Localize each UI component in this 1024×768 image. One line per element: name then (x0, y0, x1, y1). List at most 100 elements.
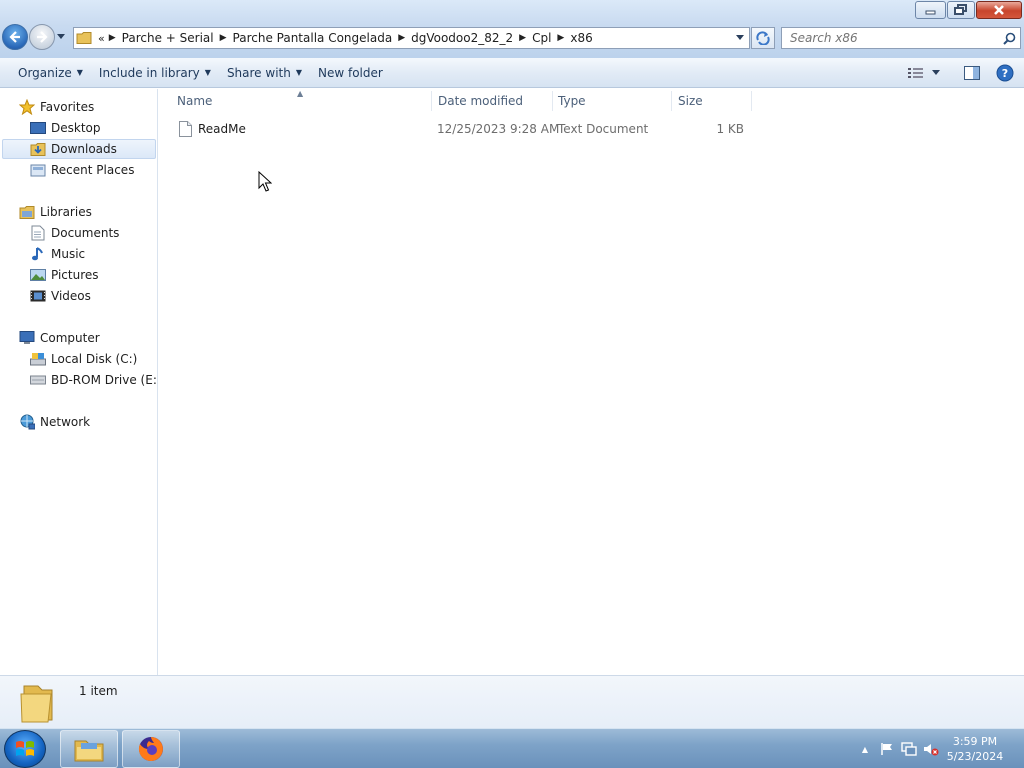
folder-icon (74, 28, 94, 48)
command-bar: Organize ▼ Include in library ▼ Share with… (0, 58, 1024, 88)
taskbar-firefox-button[interactable] (122, 730, 180, 768)
file-explorer-icon (74, 740, 104, 762)
share-with-label: Share with (226, 65, 291, 80)
search-box[interactable] (781, 27, 1021, 49)
nav-bd-rom-drive[interactable]: BD-ROM Drive (E:) T (29, 370, 157, 390)
chevron-down-icon (932, 70, 940, 75)
change-view-button[interactable] (908, 63, 940, 83)
chevron-right-icon[interactable]: ▶ (396, 33, 407, 43)
nav-videos[interactable]: Videos (29, 286, 91, 306)
address-history-dropdown[interactable] (731, 28, 749, 48)
nav-desktop[interactable]: Desktop (29, 118, 101, 138)
column-header-label: Size (678, 94, 703, 108)
nav-music[interactable]: Music (29, 244, 85, 264)
hard-drive-icon (29, 351, 47, 367)
nav-recent-places-label: Recent Places (51, 163, 135, 177)
nav-libraries-label: Libraries (40, 205, 92, 219)
chevron-right-icon[interactable]: ▶ (107, 33, 118, 43)
details-view-icon (908, 68, 923, 78)
close-icon (994, 5, 1004, 15)
view-controls: ? (908, 58, 1014, 88)
address-bar[interactable]: « ▶ Parche + Serial ▶ Parche Pantalla Co… (73, 27, 750, 49)
star-icon (18, 99, 36, 115)
column-divider[interactable] (751, 91, 752, 111)
chevron-down-icon: ▼ (204, 68, 211, 77)
svg-text:?: ? (1002, 67, 1008, 80)
search-input[interactable] (790, 31, 998, 45)
preview-pane-button[interactable] (964, 63, 980, 83)
breadcrumb-item[interactable]: Parche + Serial (118, 31, 218, 45)
column-header-date-modified[interactable]: Date modified (432, 89, 552, 113)
search-icon[interactable] (998, 32, 1020, 45)
pictures-icon (29, 267, 47, 283)
details-pane: 1 item (0, 675, 1024, 728)
nav-documents[interactable]: Documents (29, 223, 119, 243)
chevron-right-icon[interactable]: ▶ (218, 33, 229, 43)
column-header-label: Type (558, 94, 586, 108)
refresh-button[interactable] (751, 27, 775, 49)
start-button[interactable] (4, 730, 46, 768)
network-status-icon[interactable] (898, 739, 920, 759)
title-bar: « ▶ Parche + Serial ▶ Parche Pantalla Co… (0, 0, 1024, 58)
column-header-label: Name (177, 94, 213, 108)
nav-recent-places[interactable]: Recent Places (29, 160, 134, 180)
navigation-pane: Favorites Desktop Downloads Recent Place… (0, 89, 158, 675)
nav-bd-rom-label: BD-ROM Drive (E:) T (51, 373, 157, 387)
column-header-name[interactable]: Name (171, 89, 431, 113)
organize-label: Organize (18, 65, 72, 80)
nav-downloads[interactable]: Downloads (2, 139, 156, 159)
include-in-library-menu[interactable]: Include in library ▼ (91, 58, 219, 87)
minimize-icon (925, 10, 935, 15)
organize-menu[interactable]: Organize ▼ (0, 58, 91, 87)
restore-icon (954, 4, 967, 15)
column-header-size[interactable]: Size (672, 89, 751, 113)
music-icon (29, 246, 47, 262)
chevron-right-icon[interactable]: ▶ (517, 33, 528, 43)
breadcrumb-overflow[interactable]: « (94, 32, 107, 45)
nav-pictures[interactable]: Pictures (29, 265, 99, 285)
downloads-folder-icon (29, 141, 47, 157)
back-button[interactable] (2, 24, 28, 50)
minimize-button[interactable] (915, 1, 946, 19)
breadcrumb-item[interactable]: Cpl (528, 31, 555, 45)
nav-local-disk[interactable]: Local Disk (C:) (29, 349, 137, 369)
text-document-icon (179, 121, 192, 137)
taskbar-explorer-button[interactable] (60, 730, 118, 768)
share-with-menu[interactable]: Share with ▼ (219, 58, 310, 87)
breadcrumb-item[interactable]: x86 (566, 31, 596, 45)
chevron-down-icon: ▼ (295, 68, 302, 77)
new-folder-button[interactable]: New folder (310, 58, 391, 87)
volume-muted-icon[interactable] (920, 739, 942, 759)
show-hidden-icons-button[interactable]: ▲ (854, 739, 876, 759)
nav-network[interactable]: Network (18, 412, 90, 432)
action-center-flag-icon[interactable] (876, 739, 898, 759)
videos-icon (29, 288, 47, 304)
include-in-library-label: Include in library (98, 65, 200, 80)
nav-favorites[interactable]: Favorites (18, 97, 94, 117)
nav-libraries[interactable]: Libraries (18, 202, 92, 222)
help-button[interactable]: ? (996, 63, 1014, 83)
recent-pages-dropdown[interactable] (55, 27, 67, 47)
clock-date: 5/23/2024 (946, 750, 1004, 763)
nav-network-label: Network (40, 415, 91, 429)
refresh-icon (756, 31, 770, 45)
close-button[interactable] (976, 1, 1022, 19)
system-clock[interactable]: 3:59 PM 5/23/2024 (942, 734, 1008, 764)
network-icon (18, 414, 36, 430)
desktop-icon (29, 120, 47, 136)
file-type: Text Document (558, 122, 649, 136)
restore-button[interactable] (947, 1, 975, 19)
column-header-type[interactable]: Type (552, 89, 671, 113)
breadcrumb-item[interactable]: Parche Pantalla Congelada (229, 31, 397, 45)
nav-pictures-label: Pictures (51, 268, 99, 282)
folder-icon (18, 680, 58, 727)
navigation-buttons (2, 24, 67, 50)
forward-button[interactable] (29, 24, 55, 50)
table-row[interactable]: ReadMe 12/25/2023 9:28 AM Text Document … (175, 119, 755, 139)
file-name-cell[interactable]: ReadMe (179, 119, 246, 139)
documents-icon (29, 225, 47, 241)
new-folder-label: New folder (318, 65, 383, 80)
chevron-right-icon[interactable]: ▶ (555, 33, 566, 43)
breadcrumb-item[interactable]: dgVoodoo2_82_2 (407, 31, 517, 45)
nav-computer[interactable]: Computer (18, 328, 100, 348)
